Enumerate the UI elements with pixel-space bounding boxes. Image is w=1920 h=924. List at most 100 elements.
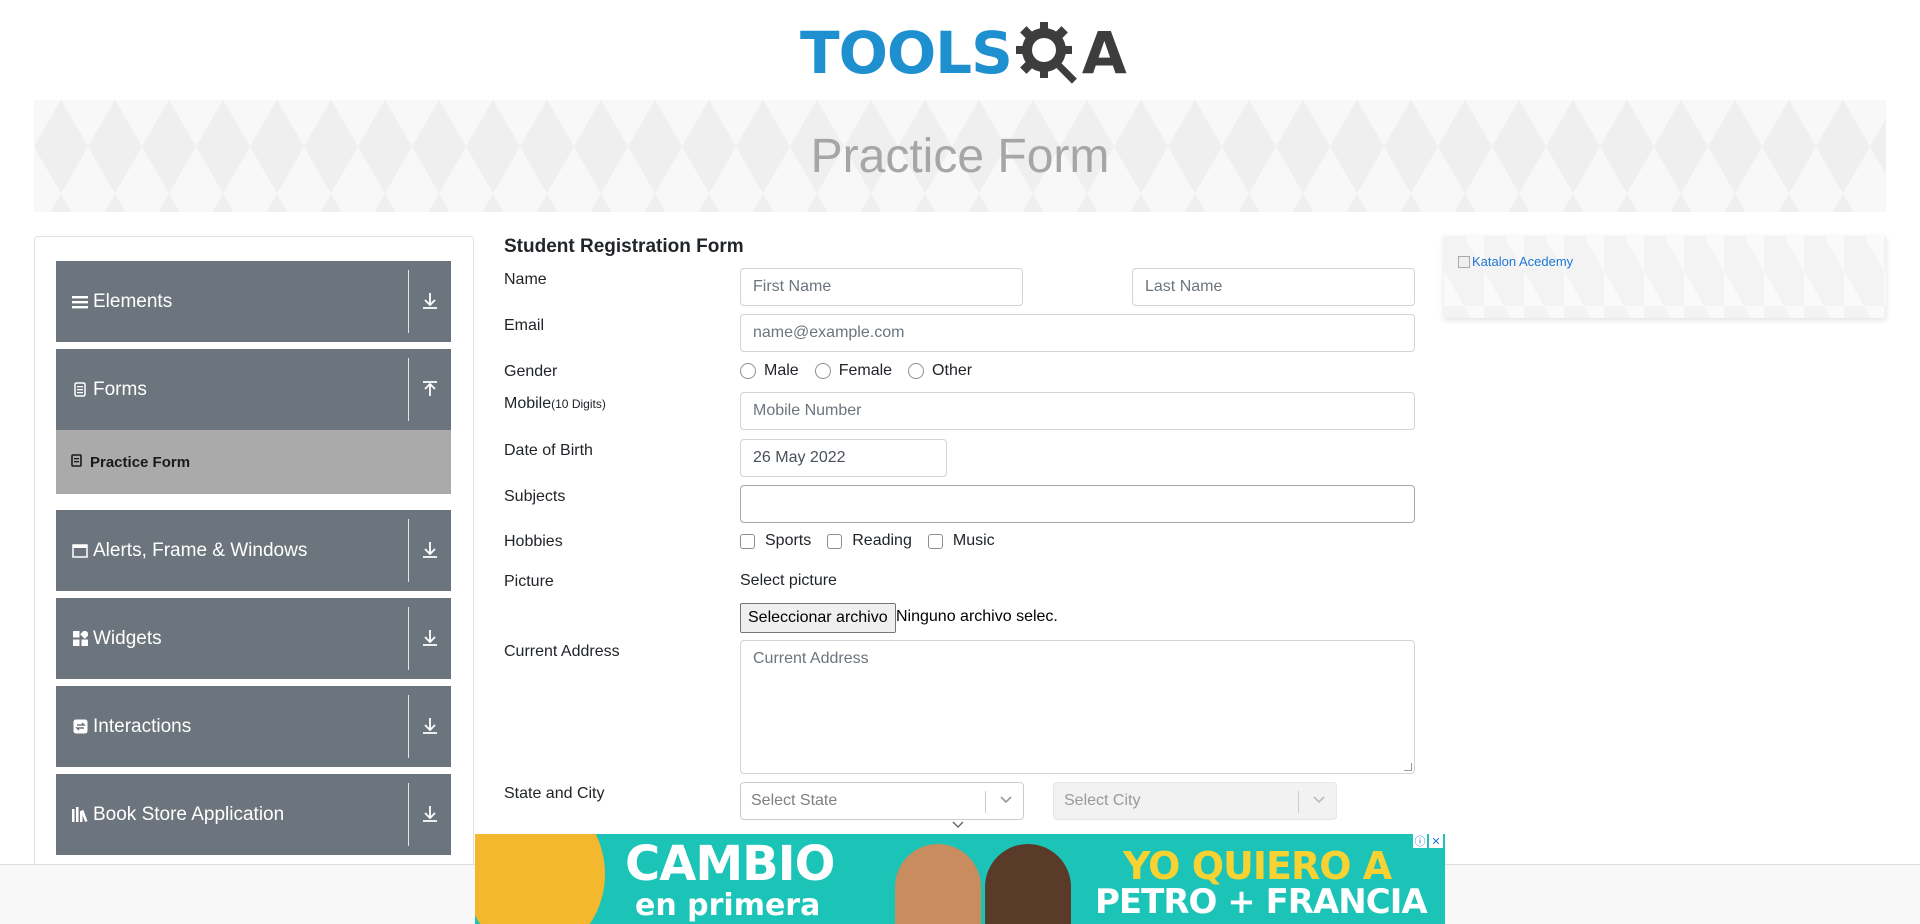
logo-qa-text: A bbox=[1012, 19, 1127, 87]
sidebar-group-label: Book Store Application bbox=[93, 803, 285, 825]
mobile-label-text: Mobile bbox=[504, 395, 552, 412]
page-title: Practice Form bbox=[810, 129, 1110, 183]
upload-arrow-icon[interactable] bbox=[417, 376, 443, 402]
mobile-input[interactable]: Mobile Number bbox=[740, 392, 1415, 430]
subjects-label: Subjects bbox=[504, 488, 566, 505]
gender-label: Gender bbox=[504, 363, 558, 380]
document-icon bbox=[71, 381, 89, 399]
bottom-ad-banner[interactable]: CAMBIO en primera YO QUIERO A PETRO + FR… bbox=[475, 834, 1445, 924]
gender-other-label[interactable]: Other bbox=[932, 362, 972, 380]
hobby-sports-checkbox[interactable] bbox=[740, 533, 755, 549]
gender-male-radio[interactable] bbox=[740, 363, 756, 379]
books-icon bbox=[71, 806, 89, 824]
chevron-down-icon[interactable] bbox=[1312, 792, 1326, 809]
sidebar-group-label: Forms bbox=[93, 378, 147, 400]
ad-portrait bbox=[895, 844, 981, 924]
toolsqa-logo[interactable]: TOOLS A bbox=[800, 14, 1127, 92]
katalon-ad-link[interactable]: Katalon Acedemy bbox=[1458, 254, 1573, 269]
sidebar-group-label: Elements bbox=[93, 290, 173, 312]
sidebar-group-label: Widgets bbox=[93, 627, 162, 649]
ad-portrait bbox=[985, 844, 1071, 924]
hobbies-label: Hobbies bbox=[504, 533, 563, 550]
download-arrow-icon[interactable] bbox=[417, 801, 443, 827]
divider bbox=[408, 783, 409, 846]
select-picture-label: Select picture bbox=[740, 572, 837, 589]
email-input[interactable]: name@example.com bbox=[740, 314, 1415, 352]
hobbies-checkbox-group: Sports Reading Music bbox=[740, 532, 1011, 550]
state-placeholder: Select State bbox=[751, 792, 838, 809]
mobile-label: Mobile(10 Digits) bbox=[504, 395, 606, 413]
katalon-ad-alt: Katalon Acedemy bbox=[1472, 254, 1574, 269]
download-arrow-icon[interactable] bbox=[417, 713, 443, 739]
hobby-music-label[interactable]: Music bbox=[953, 532, 995, 550]
hobby-sports-label[interactable]: Sports bbox=[765, 532, 811, 550]
divider bbox=[408, 519, 409, 582]
state-select[interactable]: Select State bbox=[740, 782, 1024, 820]
sidebar-group-interactions[interactable]: Interactions bbox=[56, 686, 451, 767]
gender-radio-group: Male Female Other bbox=[740, 362, 988, 380]
mobile-hint: (10 Digits) bbox=[551, 397, 606, 411]
scroll-down-chevron-icon[interactable] bbox=[951, 820, 965, 833]
list-icon bbox=[71, 293, 89, 311]
sidebar-item-practice-form[interactable]: Practice Form bbox=[56, 430, 451, 494]
ad-subline-right: PETRO + FRANCIA bbox=[1095, 882, 1428, 922]
file-upload-button[interactable]: Seleccionar archivo bbox=[740, 603, 896, 633]
picture-label: Picture bbox=[504, 573, 554, 590]
logo-a-text: A bbox=[1081, 19, 1127, 87]
right-ad-panel: Katalon Acedemy bbox=[1444, 236, 1886, 318]
sidebar-group-widgets[interactable]: Widgets bbox=[56, 598, 451, 679]
download-arrow-icon[interactable] bbox=[417, 537, 443, 563]
ad-headline-left: CAMBIO bbox=[625, 836, 835, 892]
broken-image-icon bbox=[1458, 256, 1470, 268]
grid-icon bbox=[71, 630, 89, 648]
left-sidebar: Elements Forms Practice Form Alerts, Fra… bbox=[34, 236, 474, 924]
ad-subline-left: en primera bbox=[635, 888, 821, 923]
divider bbox=[408, 270, 409, 333]
gender-female-label[interactable]: Female bbox=[839, 362, 892, 380]
ad-portraits bbox=[885, 838, 1085, 924]
ad-controls: ⓘ ✕ bbox=[1413, 834, 1443, 848]
sidebar-group-forms[interactable]: Forms bbox=[56, 349, 451, 430]
divider bbox=[408, 607, 409, 670]
hobby-reading-label[interactable]: Reading bbox=[852, 532, 912, 550]
first-name-input[interactable]: First Name bbox=[740, 268, 1023, 306]
dob-label: Date of Birth bbox=[504, 442, 593, 459]
file-status-text: Ninguno archivo selec. bbox=[896, 608, 1058, 625]
form-icon bbox=[71, 454, 82, 470]
divider bbox=[408, 695, 409, 758]
hobby-music-checkbox[interactable] bbox=[927, 533, 943, 549]
gear-magnifier-icon bbox=[1015, 22, 1077, 84]
download-arrow-icon[interactable] bbox=[417, 288, 443, 314]
download-arrow-icon[interactable] bbox=[417, 625, 443, 651]
select-separator bbox=[1298, 791, 1299, 813]
dob-input[interactable]: 26 May 2022 bbox=[740, 439, 947, 477]
ad-info-icon[interactable]: ⓘ bbox=[1413, 834, 1427, 848]
divider bbox=[408, 358, 409, 421]
last-name-input[interactable]: Last Name bbox=[1132, 268, 1415, 306]
window-icon bbox=[71, 542, 89, 560]
hobby-reading-checkbox[interactable] bbox=[827, 533, 843, 549]
city-select[interactable]: Select City bbox=[1053, 782, 1337, 820]
chevron-down-icon[interactable] bbox=[999, 792, 1013, 809]
address-label: Current Address bbox=[504, 643, 620, 660]
gender-male-label[interactable]: Male bbox=[764, 362, 799, 380]
email-label: Email bbox=[504, 317, 545, 334]
name-label: Name bbox=[504, 271, 547, 288]
ad-yellow-shape bbox=[475, 834, 605, 924]
sidebar-group-elements[interactable]: Elements bbox=[56, 261, 451, 342]
interaction-icon bbox=[71, 718, 89, 736]
resize-handle-icon[interactable] bbox=[1404, 763, 1412, 771]
subjects-input[interactable] bbox=[740, 485, 1415, 523]
current-address-textarea[interactable]: Current Address bbox=[740, 640, 1415, 774]
city-placeholder: Select City bbox=[1064, 792, 1141, 809]
ad-close-icon[interactable]: ✕ bbox=[1429, 834, 1443, 848]
sidebar-group-label: Alerts, Frame & Windows bbox=[93, 539, 308, 561]
sidebar-group-alerts[interactable]: Alerts, Frame & Windows bbox=[56, 510, 451, 591]
gender-other-radio[interactable] bbox=[908, 363, 925, 379]
state-city-label: State and City bbox=[504, 785, 605, 802]
sidebar-group-label: Interactions bbox=[93, 715, 192, 737]
sidebar-item-label: Practice Form bbox=[90, 453, 191, 471]
sidebar-group-book-store[interactable]: Book Store Application bbox=[56, 774, 451, 855]
gender-female-radio[interactable] bbox=[814, 363, 831, 379]
select-separator bbox=[985, 791, 986, 813]
